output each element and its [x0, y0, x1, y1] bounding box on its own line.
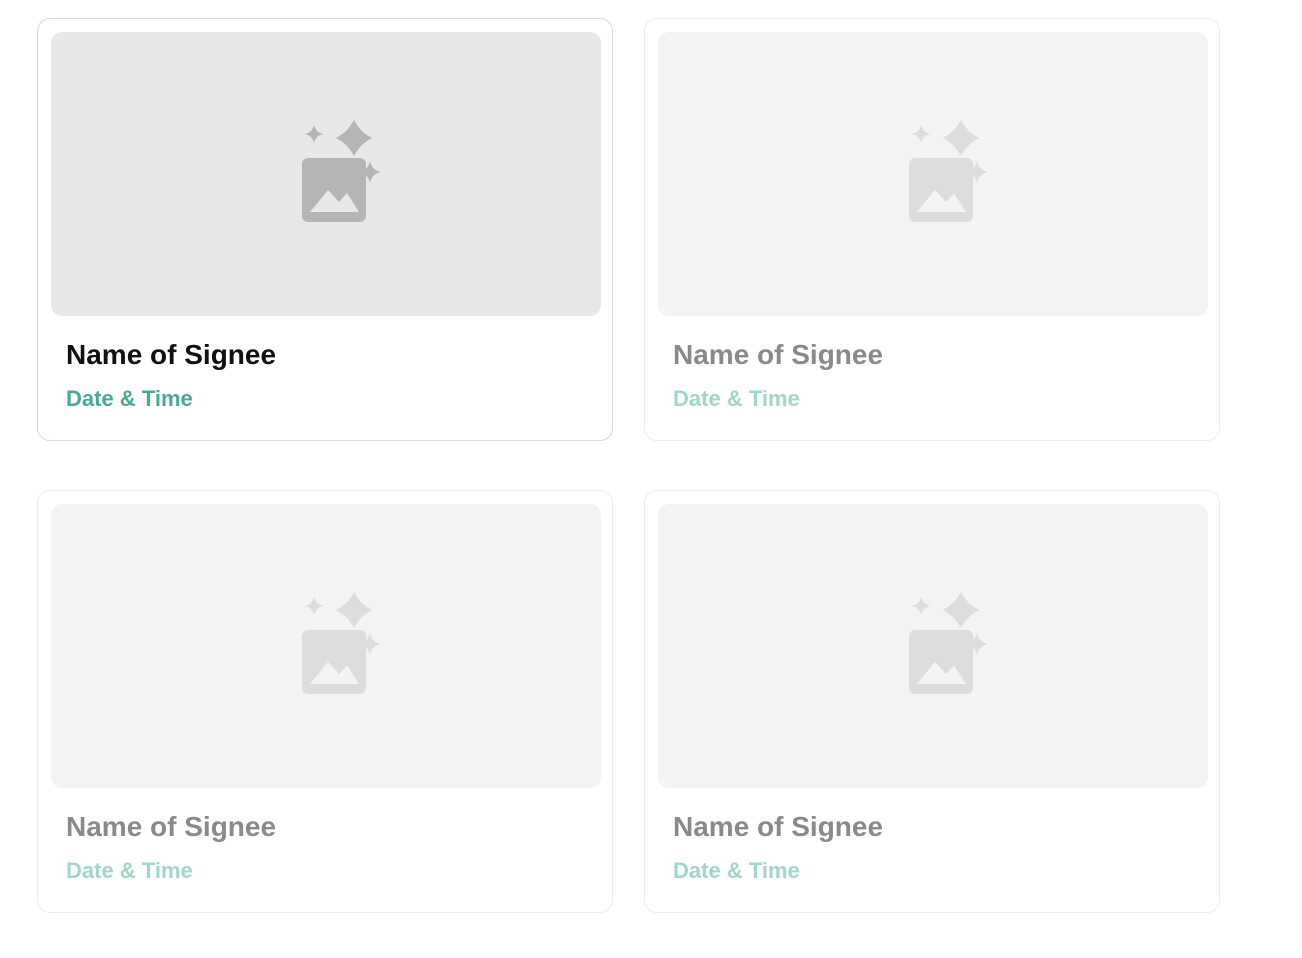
signature-card[interactable]: Name of Signee Date & Time — [37, 490, 613, 913]
signature-datetime: Date & Time — [673, 386, 800, 411]
signee-name: Name of Signee — [66, 811, 277, 842]
signature-card[interactable]: Name of Signee Date & Time — [37, 18, 613, 441]
signature-card[interactable]: Name of Signee Date & Time — [644, 18, 1220, 441]
signature-datetime: Date & Time — [66, 386, 193, 411]
signee-name: Name of Signee — [66, 339, 277, 370]
signee-name: Name of Signee — [673, 811, 884, 842]
image-sparkle-icon — [302, 120, 381, 222]
image-sparkle-icon — [302, 592, 381, 694]
signee-name: Name of Signee — [673, 339, 884, 370]
signature-thumbnail — [51, 504, 601, 788]
signature-thumbnail — [51, 32, 601, 316]
signature-datetime: Date & Time — [673, 858, 800, 883]
image-sparkle-icon — [909, 120, 988, 222]
signature-card[interactable]: Name of Signee Date & Time — [644, 490, 1220, 913]
image-sparkle-icon — [909, 592, 988, 694]
signature-datetime: Date & Time — [66, 858, 193, 883]
signature-card-grid: Name of Signee Date & Time Name of Signe… — [0, 0, 1302, 958]
signature-thumbnail — [658, 504, 1208, 788]
signature-thumbnail — [658, 32, 1208, 316]
